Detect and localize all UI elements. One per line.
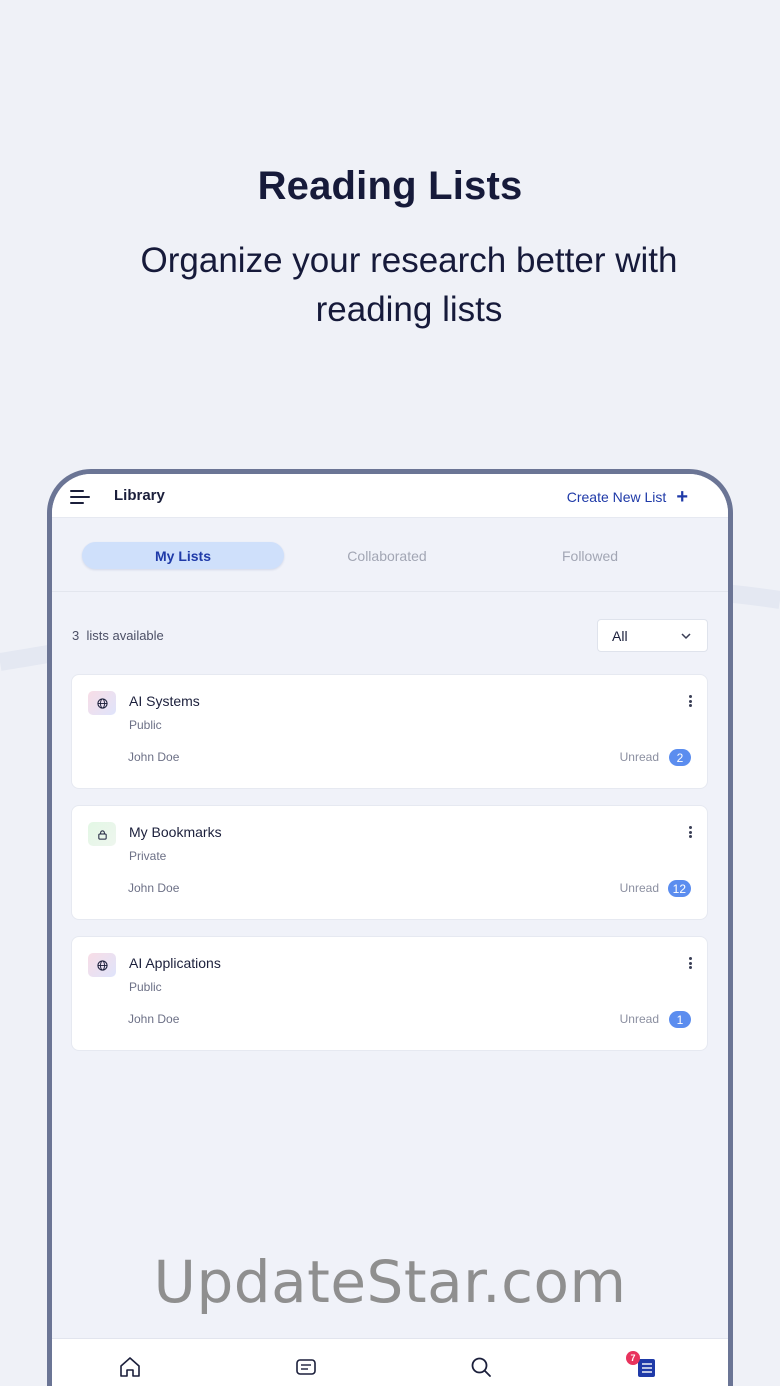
hero-title: Reading Lists <box>257 164 523 208</box>
list-card-badge <box>88 953 116 977</box>
unread-label: Unread <box>619 750 659 764</box>
list-owner: John Doe <box>128 750 180 764</box>
globe-icon <box>96 959 108 971</box>
lists-count-number: 3 <box>72 628 80 643</box>
nav-feed[interactable] <box>294 1355 322 1383</box>
list-title: AI Systems <box>129 693 200 709</box>
more-options-icon[interactable] <box>689 695 693 709</box>
lists-count: 3 lists available <box>72 628 164 643</box>
create-new-list-label: Create New List <box>566 489 667 505</box>
list-card[interactable]: My Bookmarks Private John Doe Unread 12 <box>71 805 708 920</box>
plus-icon: + <box>676 486 688 508</box>
app-title: Library <box>114 487 165 504</box>
unread-count-badge: 12 <box>667 880 691 897</box>
list-owner: John Doe <box>128 1012 180 1026</box>
chevron-down-icon <box>681 633 691 640</box>
search-icon <box>471 1357 491 1377</box>
tab-collaborated[interactable]: Collaborated <box>286 542 488 569</box>
hero-subtitle: Organize your research better with readi… <box>140 241 678 329</box>
create-new-list-button[interactable]: Create New List + <box>566 486 688 508</box>
unread-count-badge: 1 <box>669 1011 691 1028</box>
list-card[interactable]: AI Systems Public John Doe Unread 2 <box>71 674 708 789</box>
lock-icon <box>97 829 107 840</box>
list-visibility: Public <box>129 980 162 994</box>
list-card-badge <box>88 691 116 715</box>
list-card-badge <box>88 822 116 846</box>
unread-label: Unread <box>619 881 659 895</box>
list-title: AI Applications <box>129 955 221 971</box>
nav-search[interactable] <box>469 1355 497 1383</box>
unread-label: Unread <box>619 1012 659 1026</box>
globe-icon <box>96 697 108 709</box>
tab-followed[interactable]: Followed <box>489 542 691 569</box>
list-owner: John Doe <box>128 881 180 895</box>
nav-library[interactable]: 7 <box>626 1351 662 1383</box>
list-title: My Bookmarks <box>129 824 222 840</box>
unread-count-badge: 2 <box>669 749 691 766</box>
filter-dropdown[interactable]: All <box>597 619 708 652</box>
top-bar: Library Create New List + <box>52 474 728 518</box>
list-card[interactable]: AI Applications Public John Doe Unread 1 <box>71 936 708 1051</box>
filter-selected-value: All <box>612 628 628 644</box>
tab-my-lists[interactable]: My Lists <box>82 542 284 569</box>
more-options-icon[interactable] <box>689 957 693 971</box>
more-options-icon[interactable] <box>689 826 693 840</box>
home-icon <box>120 1357 140 1377</box>
nav-home[interactable] <box>118 1355 146 1383</box>
watermark: UpdateStar.com <box>153 1248 627 1316</box>
lists-count-suffix: lists available <box>86 628 164 643</box>
list-visibility: Private <box>129 849 167 863</box>
list-visibility: Public <box>129 718 162 732</box>
notification-badge: 7 <box>626 1351 640 1365</box>
feed-icon <box>296 1359 316 1375</box>
tab-bar: My Lists Collaborated Followed <box>52 518 728 592</box>
bottom-navigation: 7 <box>52 1338 728 1386</box>
menu-icon[interactable] <box>70 490 92 506</box>
